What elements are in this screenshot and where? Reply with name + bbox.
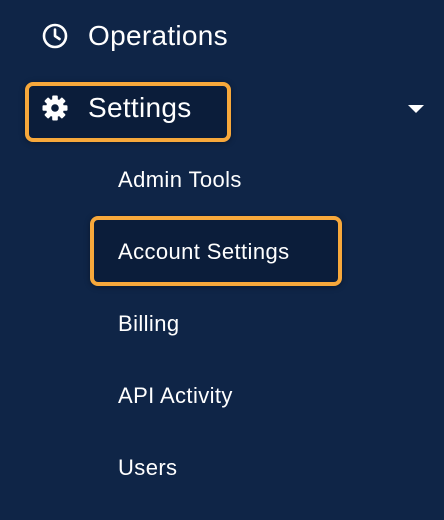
submenu-item-label: API Activity: [118, 383, 233, 408]
submenu-item-admin-tools[interactable]: Admin Tools: [118, 160, 242, 200]
sidebar-item-label: Settings: [88, 92, 192, 123]
chevron-down-icon[interactable]: [408, 105, 424, 113]
gear-icon: [40, 93, 70, 123]
submenu-item-billing[interactable]: Billing: [118, 304, 180, 344]
clock-icon: [40, 21, 70, 51]
submenu-item-label: Users: [118, 455, 178, 480]
submenu-item-users[interactable]: Users: [118, 448, 177, 488]
sidebar-item-settings[interactable]: Settings: [40, 86, 192, 130]
submenu-item-api-activity[interactable]: API Activity: [118, 376, 233, 416]
sidebar-item-operations[interactable]: Operations: [40, 14, 228, 58]
submenu-item-label: Billing: [118, 311, 180, 336]
submenu-item-label: Account Settings: [118, 239, 290, 264]
sidebar-item-label: Operations: [88, 20, 228, 51]
submenu-item-account-settings[interactable]: Account Settings: [118, 232, 290, 272]
sidebar-nav: Operations Settings Admin Tools Account …: [0, 0, 444, 520]
submenu-item-label: Admin Tools: [118, 167, 242, 192]
